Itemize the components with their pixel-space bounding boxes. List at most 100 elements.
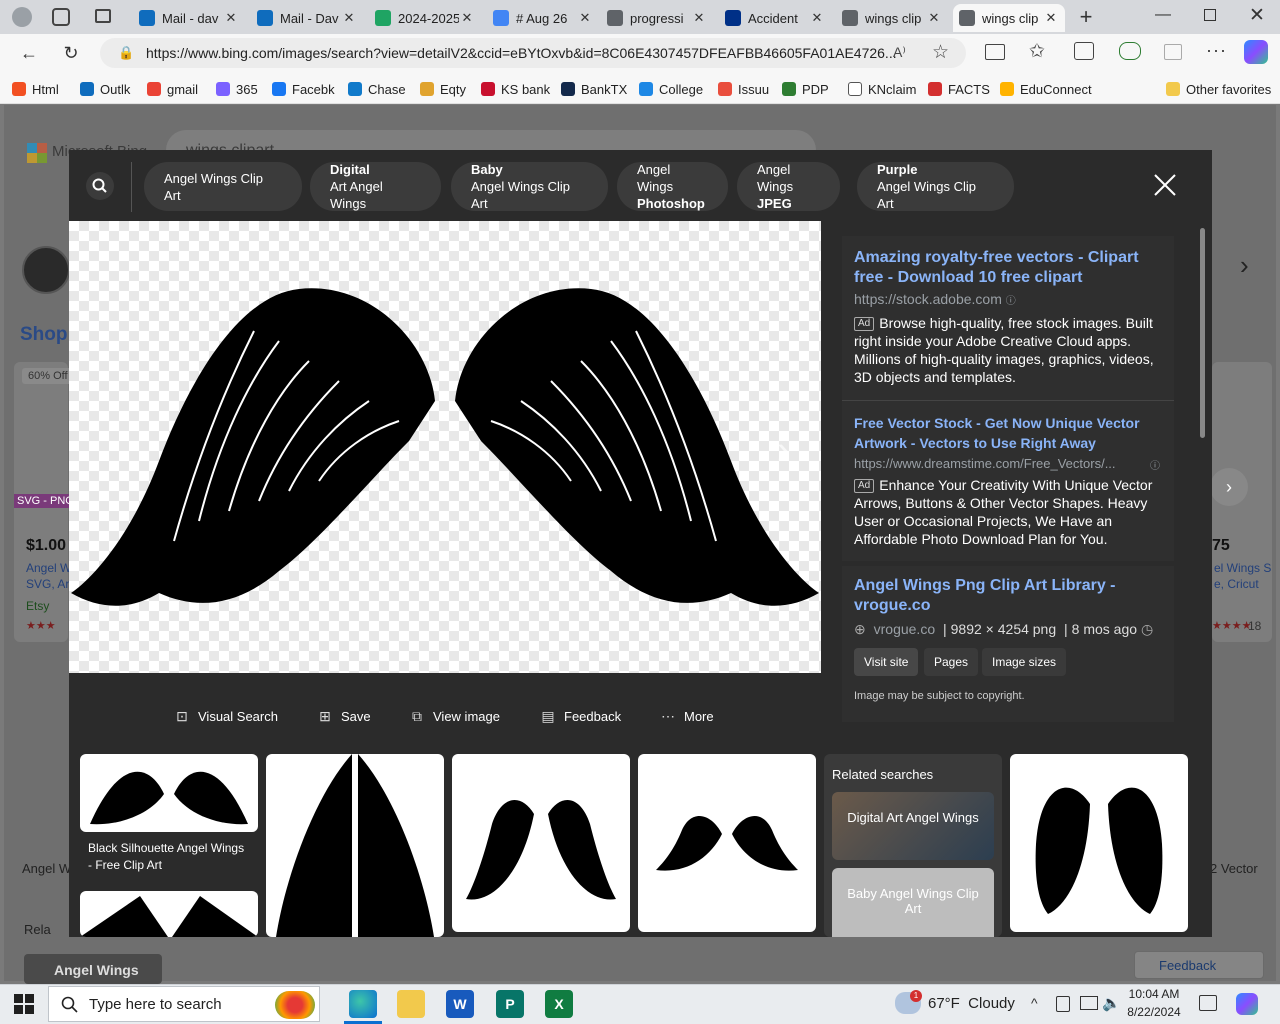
ad-card-1[interactable]: Amazing royalty-free vectors - Clipart f…	[842, 236, 1174, 400]
related-pill[interactable]: Angel Wings Clip Art	[144, 162, 302, 211]
favorite-item[interactable]: KS bank	[481, 80, 550, 98]
restore-icon[interactable]	[1204, 9, 1216, 21]
collections-icon[interactable]	[1074, 42, 1094, 60]
related-search-item[interactable]: Digital Art Angel Wings	[832, 792, 994, 860]
browser-tab[interactable]: Accident ✕	[719, 4, 831, 32]
favorite-item[interactable]: FACTS	[928, 80, 990, 98]
favorites-icon[interactable]: ✩	[1029, 40, 1045, 63]
file-explorer-taskbar-icon[interactable]	[397, 990, 425, 1018]
refresh-icon[interactable]: ↻	[56, 38, 86, 68]
new-tab-icon[interactable]: +	[1076, 4, 1096, 29]
excel-taskbar-icon[interactable]: X	[545, 990, 573, 1018]
image-sizes-button[interactable]: Image sizes	[982, 648, 1067, 676]
ad-title[interactable]: Amazing royalty-free vectors - Clipart f…	[854, 248, 1162, 288]
browser-essentials-icon[interactable]	[1119, 42, 1141, 60]
workspaces-icon[interactable]	[52, 8, 70, 26]
browser-tab[interactable]: 2024-2025 ✕	[369, 4, 481, 32]
settings-more-icon[interactable]: ···	[1206, 40, 1227, 61]
related-pill[interactable]: Digital Art Angel Wings	[310, 162, 441, 211]
word-taskbar-icon[interactable]: W	[446, 990, 474, 1018]
favorite-item[interactable]: gmail	[147, 80, 198, 98]
tab-close-icon[interactable]: ✕	[459, 10, 475, 26]
overlay-close-button[interactable]	[1152, 172, 1178, 198]
bg-related-chip[interactable]: Angel Wings	[24, 954, 162, 984]
edge-taskbar-icon[interactable]	[349, 990, 377, 1018]
feedback-button[interactable]: ▤ Feedback	[540, 705, 621, 727]
browser-tab[interactable]: wings clip ✕	[836, 4, 948, 32]
browser-tab[interactable]: Mail - dav ✕	[133, 4, 245, 32]
thumb-2[interactable]	[266, 754, 444, 937]
favorite-item[interactable]: Chase	[348, 80, 406, 98]
thumb-4[interactable]	[638, 754, 816, 932]
device-icon[interactable]	[1056, 996, 1070, 1012]
favorite-item[interactable]: Issuu	[718, 80, 769, 98]
minimize-icon[interactable]: —	[1155, 6, 1171, 24]
ad-card-2[interactable]: Free Vector Stock - Get Now Unique Vecto…	[842, 401, 1174, 561]
visit-site-button[interactable]: Visit site	[854, 648, 919, 676]
bg-feedback-button[interactable]: Feedback	[1134, 951, 1264, 979]
favorite-item[interactable]: PDP	[782, 80, 829, 98]
info-icon[interactable]: ⓘ	[1006, 296, 1016, 307]
bg-thumb-circle[interactable]	[22, 246, 70, 294]
tab-close-icon[interactable]: ✕	[809, 10, 825, 26]
related-pill[interactable]: Angel Wings JPEG	[737, 162, 840, 211]
copilot-taskbar-icon[interactable]	[1236, 993, 1258, 1015]
favorite-item[interactable]: College	[639, 80, 703, 98]
favorite-item[interactable]: Html	[12, 80, 59, 98]
save-button[interactable]: ⊞ Save	[317, 705, 371, 727]
favorite-item[interactable]: BankTX	[561, 80, 627, 98]
overlay-search-button[interactable]	[86, 172, 114, 200]
browser-tab[interactable]: progressi ✕	[601, 4, 713, 32]
tab-actions-icon[interactable]	[95, 9, 111, 23]
clock-time[interactable]: 10:04 AM	[1126, 987, 1182, 1001]
tab-close-icon[interactable]: ✕	[1043, 10, 1059, 26]
tray-chevron-icon[interactable]: ^	[1031, 995, 1038, 1011]
source-title[interactable]: Angel Wings Png Clip Art Library - vrogu…	[854, 576, 1162, 616]
notifications-icon[interactable]	[1199, 995, 1217, 1011]
visual-search-button[interactable]: ⊡ Visual Search	[174, 705, 278, 727]
favorite-item[interactable]: KNclaim	[848, 80, 916, 98]
thumb-3[interactable]	[452, 754, 630, 932]
ad-title[interactable]: Free Vector Stock - Get Now Unique Vecto…	[854, 413, 1162, 453]
publisher-taskbar-icon[interactable]: P	[496, 990, 524, 1018]
window-close-icon[interactable]: ✕	[1249, 4, 1265, 27]
bg-carousel-next-icon[interactable]: ›	[1210, 468, 1248, 506]
tab-close-icon[interactable]: ✕	[341, 10, 357, 26]
source-site[interactable]: vrogue.co	[874, 621, 935, 637]
favorite-item[interactable]: Eqty	[420, 80, 466, 98]
thumb-1[interactable]	[80, 754, 258, 832]
panel-scrollbar[interactable]	[1200, 228, 1205, 438]
split-screen-icon[interactable]	[985, 44, 1005, 60]
lock-icon[interactable]: 🔒	[118, 45, 134, 61]
screenshot-icon[interactable]	[1164, 44, 1182, 60]
related-pill[interactable]: Angel Wings Photoshop	[617, 162, 728, 211]
taskbar-search[interactable]: Type here to search	[48, 986, 320, 1022]
thumb-5[interactable]	[80, 891, 258, 937]
volume-icon[interactable]: 🔈	[1102, 994, 1121, 1012]
favorite-item[interactable]: 365	[216, 80, 258, 98]
tab-close-icon[interactable]: ✕	[223, 10, 239, 26]
view-image-button[interactable]: ⧉ View image	[409, 705, 500, 727]
tab-close-icon[interactable]: ✕	[926, 10, 942, 26]
network-icon[interactable]	[1080, 996, 1098, 1010]
thumb-6[interactable]	[1010, 754, 1188, 932]
favorite-item[interactable]: Outlk	[80, 80, 130, 98]
tab-close-icon[interactable]: ✕	[691, 10, 707, 26]
favorite-star-icon[interactable]: ☆	[932, 41, 949, 64]
bg-chevron-right-icon[interactable]: ›	[1240, 250, 1249, 281]
back-arrow-icon[interactable]: ←	[14, 38, 44, 68]
tab-close-icon[interactable]: ✕	[577, 10, 593, 26]
browser-tab[interactable]: Mail - Dav ✕	[251, 4, 363, 32]
other-favorites[interactable]: Other favorites	[1166, 80, 1271, 98]
read-aloud-icon[interactable]: A⁾	[893, 44, 906, 61]
address-bar[interactable]: 🔒 https://www.bing.com/images/search?vie…	[100, 38, 966, 68]
related-pill[interactable]: Purple Angel Wings Clip Art	[857, 162, 1014, 211]
weather-text[interactable]: 67°F Cloudy	[928, 995, 1015, 1012]
thumb-1-caption[interactable]: Black Silhouette Angel Wings - Free Clip…	[80, 832, 258, 878]
browser-tab[interactable]: wings clip ✕	[953, 4, 1065, 32]
copilot-icon[interactable]	[1244, 40, 1268, 64]
profile-avatar-icon[interactable]	[12, 7, 32, 27]
ad-url[interactable]: https://stock.adobe.com	[854, 291, 1002, 307]
clock-date[interactable]: 8/22/2024	[1124, 1005, 1184, 1019]
browser-tab[interactable]: # Aug 26 ✕	[487, 4, 599, 32]
